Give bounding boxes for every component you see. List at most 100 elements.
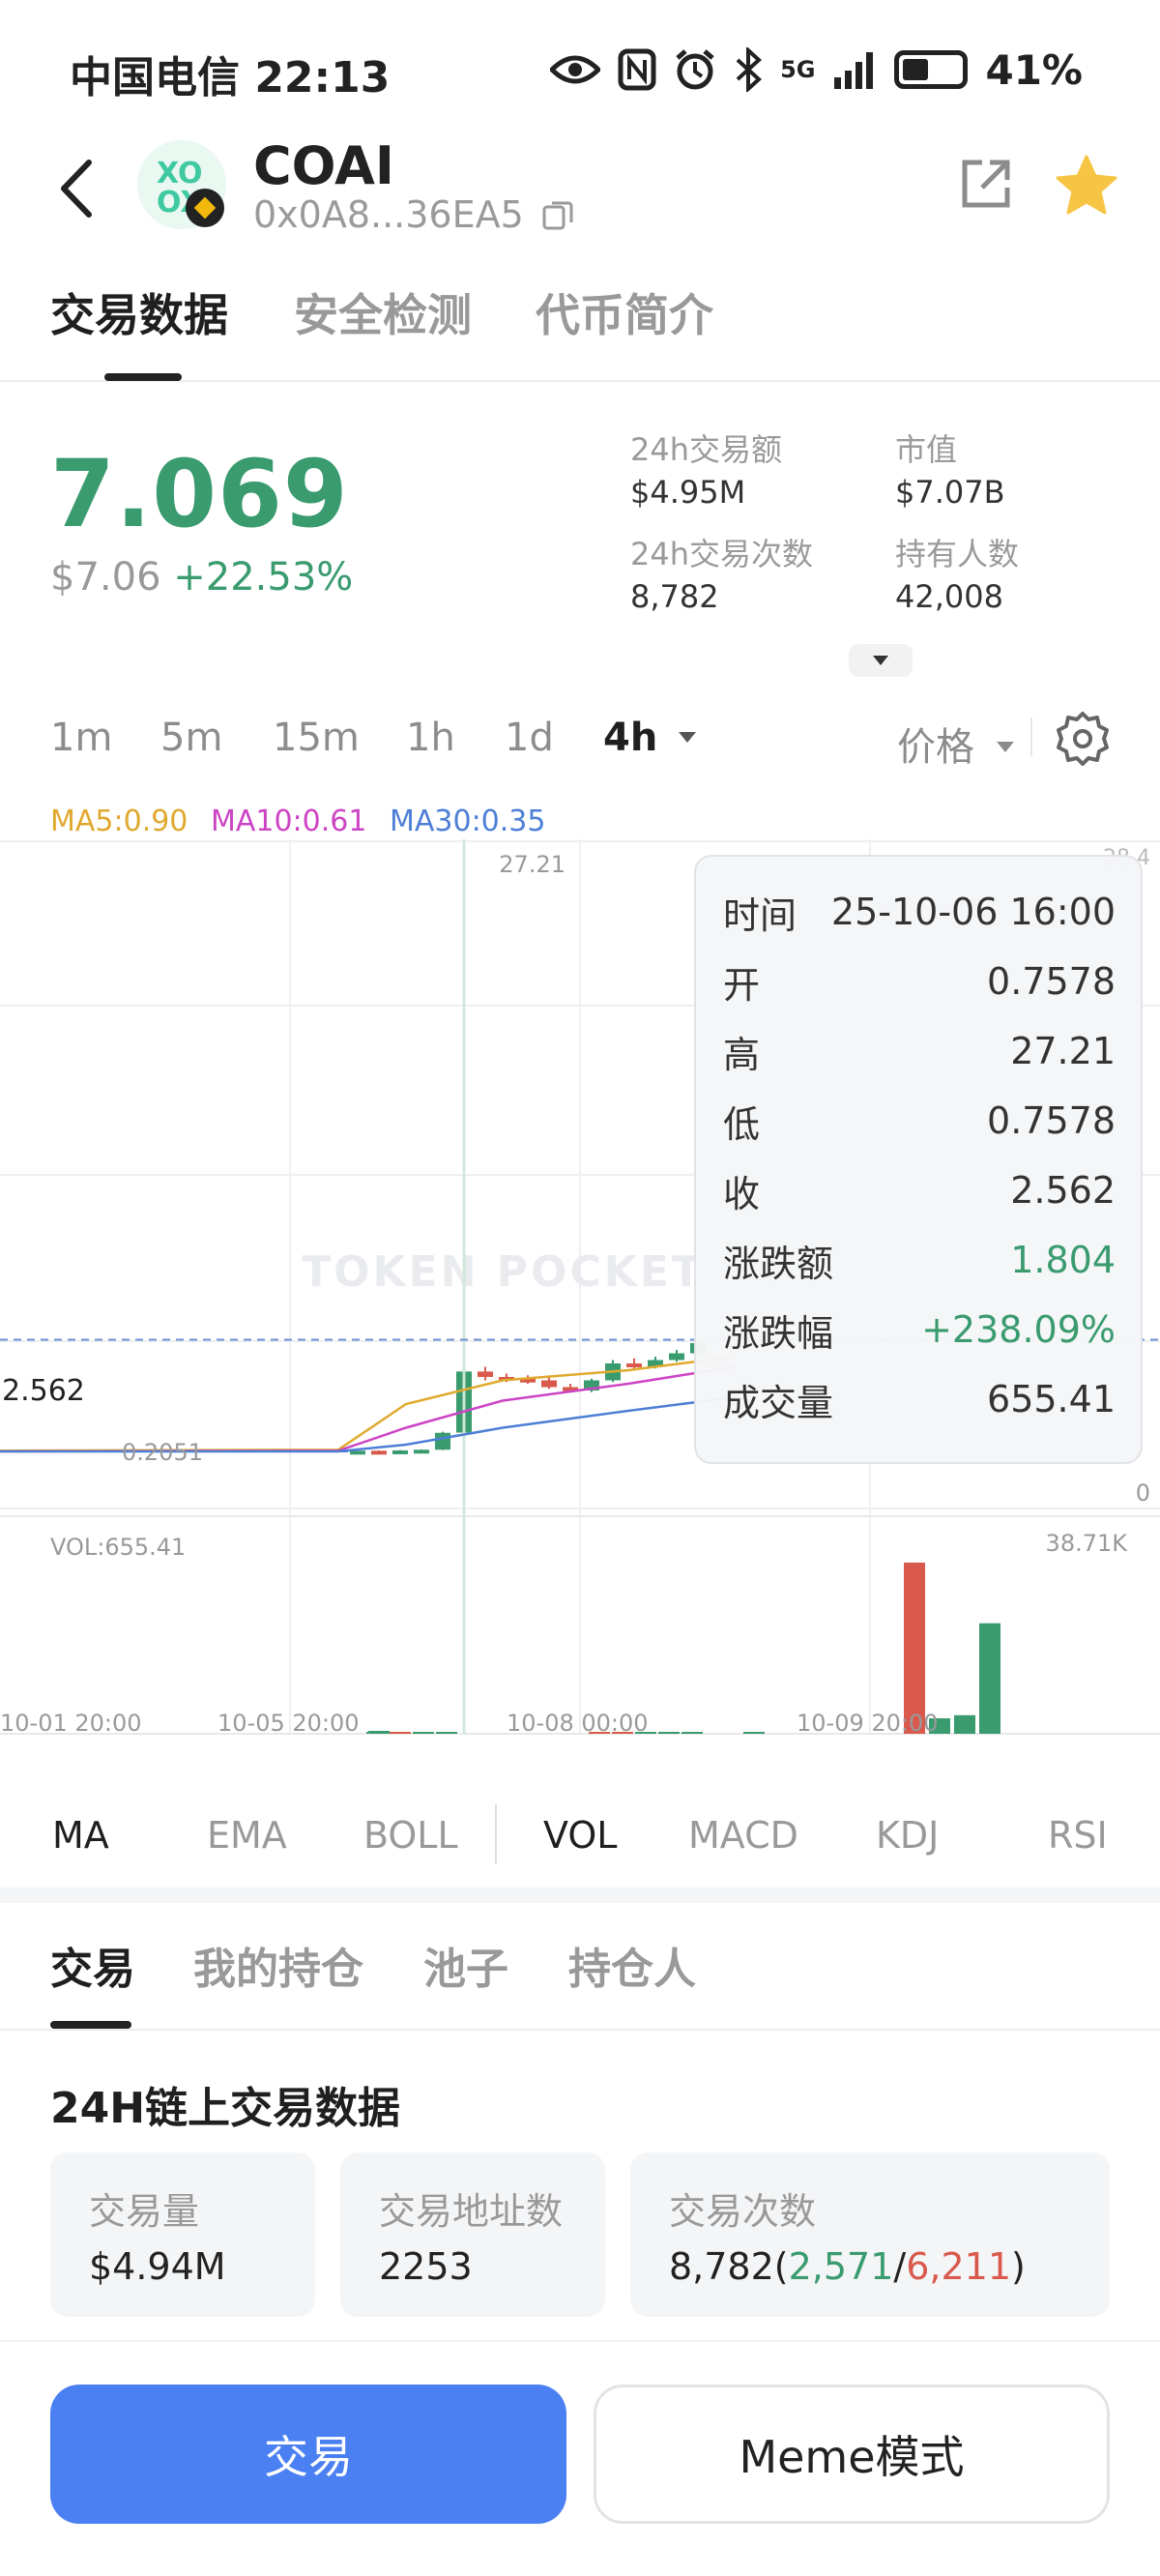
tooltip-value: 2.562 [1010, 1169, 1116, 1212]
tooltip-label: 时间 [723, 893, 798, 937]
price-mode-dropdown[interactable]: 价格 [897, 716, 1016, 772]
toolbar-divider [1030, 717, 1032, 756]
tab-security-check[interactable]: 安全检测 [294, 280, 472, 344]
candle-body [371, 1450, 387, 1455]
volume-max-label: 38.71K [1046, 1530, 1129, 1557]
ma5-label: MA5:0.90 [50, 805, 188, 838]
tab-trade-data[interactable]: 交易数据 [50, 280, 228, 344]
trade-button[interactable]: 交易 [50, 2385, 566, 2524]
tab2-underline [50, 2021, 131, 2029]
stat-holders-value: 42,008 [895, 578, 1003, 615]
interval-1h[interactable]: 1h [406, 716, 455, 760]
tooltip-value: 25-10-06 16:00 [830, 891, 1116, 933]
status-bar: 中国电信 22:13 5G 41% [0, 0, 1160, 135]
tooltip-label: 涨跌幅 [723, 1311, 834, 1355]
ma10-label: MA10:0.61 [210, 805, 367, 838]
axis-bottom-label: 0 [1136, 1479, 1150, 1507]
alarm-icon [676, 49, 714, 90]
candle-body [626, 1363, 642, 1367]
tooltip-row: 成交量 655.41 [723, 1365, 1116, 1433]
indicator-kdj[interactable]: KDJ [876, 1814, 939, 1857]
volume-bar [979, 1623, 1000, 1734]
volume-bar [658, 1732, 680, 1734]
tab-pools[interactable]: 池子 [423, 1934, 508, 1996]
stat-market-cap-label: 市值 [895, 431, 958, 468]
indicator-boll[interactable]: BOLL [363, 1814, 458, 1857]
card-volume: 交易量 $4.94M [50, 2152, 315, 2317]
tooltip-value: 0.7578 [987, 960, 1116, 1003]
token-logo-icon: XO OX [137, 140, 226, 229]
tooltip-row: 时间 25-10-06 16:00 [723, 878, 1116, 946]
tx-total: 8,782 [669, 2245, 774, 2288]
price-change: +22.53% [173, 555, 354, 600]
stat-24h-tx-label: 24h交易次数 [630, 536, 814, 572]
stat-24h-volume-label: 24h交易额 [630, 431, 783, 468]
token-logo: XO OX [137, 140, 226, 229]
tooltip-label: 开 [723, 963, 761, 1007]
battery-percent: 41% [985, 45, 1083, 94]
carrier-time: 中国电信 22:13 [70, 53, 391, 102]
tooltip-label: 成交量 [723, 1381, 834, 1424]
indicator-divider [495, 1804, 497, 1864]
copy-icon[interactable] [541, 198, 574, 231]
tab-my-holdings[interactable]: 我的持仓 [193, 1934, 363, 1996]
status-icons: 5G 41% [550, 43, 1083, 97]
tx-buy: 2,571 [788, 2245, 894, 2288]
battery-icon [894, 50, 969, 89]
section-separator [0, 1888, 1160, 1903]
expand-stats-button[interactable] [849, 644, 913, 677]
eye-icon [550, 55, 601, 84]
candle-body [478, 1371, 493, 1377]
tooltip-label: 收 [723, 1172, 761, 1215]
price-usd-change: $7.06 +22.53% [50, 555, 353, 600]
interval-15m[interactable]: 15m [273, 716, 360, 760]
interval-4h[interactable]: 4h [603, 716, 698, 760]
card-volume-label: 交易量 [89, 2190, 200, 2233]
back-arrow-icon[interactable] [50, 155, 104, 222]
meme-mode-button[interactable]: Meme模式 [594, 2385, 1110, 2524]
stat-24h-tx-value: 8,782 [630, 578, 719, 615]
network-label: 5G [780, 56, 816, 83]
x-tick-label: 10-08 00:00 [507, 1710, 649, 1737]
candle-body [392, 1449, 408, 1454]
share-external-icon[interactable] [957, 155, 1015, 213]
tab-token-intro[interactable]: 代币简介 [536, 280, 713, 344]
interval-1d[interactable]: 1d [505, 716, 554, 760]
current-price: 7.069 [50, 440, 349, 548]
onchain-title: 24H链上交易数据 [50, 2084, 401, 2133]
interval-4h-label: 4h [603, 716, 658, 760]
tooltip-label: 涨跌额 [723, 1242, 834, 1285]
current-price-label: 2.562 [2, 1374, 85, 1408]
indicator-ema[interactable]: EMA [207, 1814, 287, 1857]
indicator-rsi[interactable]: RSI [1048, 1814, 1108, 1857]
ma-line [0, 1395, 736, 1453]
interval-1m[interactable]: 1m [50, 716, 112, 760]
indicator-macd[interactable]: MACD [688, 1814, 798, 1857]
caret-down-icon [679, 732, 697, 743]
tooltip-row: 涨跌幅 +238.09% [723, 1296, 1116, 1363]
indicator-ma[interactable]: MA [52, 1814, 109, 1857]
card-addresses-label: 交易地址数 [379, 2190, 564, 2233]
watermark: TOKEN POCKET [302, 1247, 704, 1297]
tooltip-value: 27.21 [1010, 1030, 1116, 1072]
x-tick-label: 10-09 20:00 [797, 1710, 939, 1737]
ma-line [0, 1355, 736, 1452]
tab-holders[interactable]: 持仓人 [568, 1934, 696, 1996]
interval-5m[interactable]: 5m [160, 716, 222, 760]
low-price-label: 0.2051 [122, 1439, 203, 1466]
card-addresses-value: 2253 [379, 2245, 473, 2288]
tab-trade[interactable]: 交易 [50, 1934, 135, 1996]
indicator-vol[interactable]: VOL [543, 1814, 617, 1857]
price-usd: $7.06 [50, 555, 161, 600]
card-tx-label: 交易次数 [669, 2190, 817, 2233]
favorite-star-icon[interactable] [1054, 153, 1119, 219]
nfc-icon [618, 48, 656, 91]
caret-down-icon [996, 742, 1014, 752]
card-addresses: 交易地址数 2253 [340, 2152, 605, 2317]
chart-settings-gear-icon[interactable] [1054, 710, 1112, 768]
tooltip-value: 1.804 [1010, 1239, 1116, 1281]
ma-line [0, 1365, 736, 1453]
tooltip-value: 655.41 [987, 1378, 1116, 1420]
volume-bar [682, 1732, 703, 1734]
token-address[interactable]: 0x0A8...36EA5 [253, 193, 574, 236]
